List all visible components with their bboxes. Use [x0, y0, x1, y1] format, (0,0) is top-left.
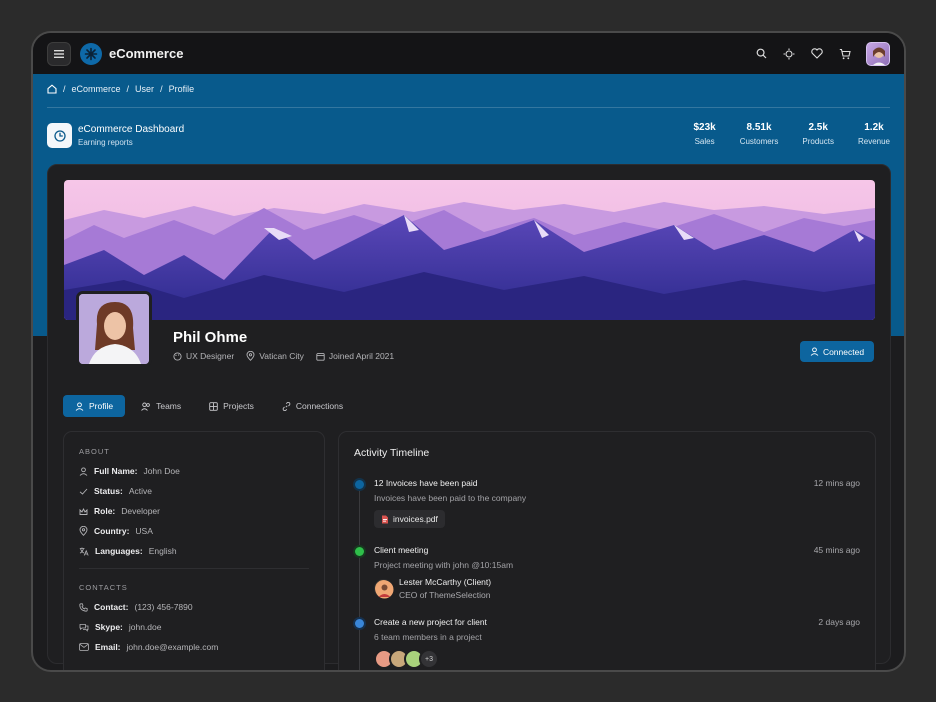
brand-logo-icon[interactable] [80, 42, 102, 65]
mail-icon [79, 643, 89, 651]
meeting-person[interactable]: Lester McCarthy (Client) CEO of ThemeSel… [374, 577, 491, 600]
users-icon [141, 402, 150, 411]
timeline-item: Client meeting 45 mins ago Project meeti… [355, 545, 860, 605]
tab-teams[interactable]: Teams [129, 395, 193, 417]
invoice-file-chip[interactable]: invoices.pdf [374, 510, 445, 528]
palette-icon [173, 351, 182, 361]
user-check-icon [810, 347, 819, 356]
check-icon [79, 488, 88, 495]
user-avatar[interactable] [866, 41, 890, 66]
about-panel: ABOUT Full Name: John Doe Status: Active R… [63, 431, 325, 670]
breadcrumb-user[interactable]: User [135, 84, 154, 94]
stat-customers: 8.51k Customers [739, 122, 779, 146]
profile-joined: Joined April 2021 [328, 351, 395, 361]
search-icon[interactable] [754, 47, 768, 61]
contacts-heading: CONTACTS [79, 583, 128, 592]
link-icon [282, 401, 291, 411]
hamburger-icon [54, 49, 64, 58]
home-icon[interactable] [47, 84, 57, 94]
contact-phone: Contact: (123) 456-7890 [79, 602, 309, 612]
flag-icon [79, 526, 88, 536]
profile-name: Phil Ohme [173, 329, 248, 346]
user-icon [79, 466, 88, 476]
timeline-dot [355, 619, 364, 628]
dashboard-icon [47, 123, 72, 148]
app-window: eCommerce / eCommerce / User / Profile e… [31, 31, 906, 672]
avatar [374, 579, 394, 599]
cart-icon[interactable] [838, 47, 852, 61]
profile-tabs: Profile Teams Projects Connections [63, 395, 355, 417]
stat-revenue: 1.2k Revenue [857, 122, 890, 146]
breadcrumb-ecommerce[interactable]: eCommerce [72, 84, 121, 94]
profile-banner-image [64, 180, 875, 320]
activity-timeline-panel: Activity Timeline 12 Invoices have been … [338, 431, 876, 670]
crown-icon [79, 507, 88, 515]
language-icon [79, 547, 89, 556]
stat-products: 2.5k Products [802, 122, 834, 146]
about-status: Status: Active [79, 486, 309, 496]
stats-summary: $23k Sales 8.51k Customers 2.5k Products… [669, 122, 890, 146]
team-avatars[interactable]: +3 [374, 649, 439, 669]
about-heading: ABOUT [79, 447, 110, 456]
contact-skype: Skype: john.doe [79, 622, 309, 632]
about-role: Role: Developer [79, 506, 309, 516]
heart-icon[interactable] [810, 47, 824, 61]
about-country: Country: USA [79, 526, 309, 536]
chat-icon [79, 623, 89, 632]
about-divider [79, 568, 309, 569]
breadcrumb: / eCommerce / User / Profile [47, 84, 194, 94]
connected-button[interactable]: Connected [800, 341, 874, 362]
profile-photo [76, 291, 152, 367]
timeline-item: 12 Invoices have been paid 12 mins ago I… [355, 478, 860, 538]
theme-toggle-icon[interactable] [782, 47, 796, 61]
dashboard-subtitle: Earning reports [78, 138, 133, 147]
dashboard-title: eCommerce Dashboard [78, 124, 185, 135]
pdf-file-icon [382, 515, 388, 523]
menu-toggle-button[interactable] [47, 41, 71, 66]
timeline-dot [355, 480, 364, 489]
location-pin-icon [246, 351, 255, 361]
about-full-name: Full Name: John Doe [79, 466, 309, 476]
about-languages: Languages: English [79, 546, 309, 556]
tab-profile[interactable]: Profile [63, 395, 126, 417]
tab-projects[interactable]: Projects [197, 395, 266, 417]
timeline-title: Activity Timeline [354, 447, 430, 459]
header-divider [47, 107, 890, 108]
profile-meta: UX Designer Vatican City Joined April 20… [173, 351, 394, 361]
tab-connections[interactable]: Connections [270, 395, 355, 417]
profile-role: UX Designer [186, 351, 235, 361]
breadcrumb-profile: Profile [168, 84, 195, 94]
stat-sales: $23k Sales [693, 122, 716, 146]
grid-icon [209, 401, 218, 411]
phone-icon [79, 602, 88, 612]
timeline-item: Create a new project for client 2 days a… [355, 617, 860, 670]
contact-email: Email: john.doe@example.com [79, 642, 309, 652]
more-members-badge[interactable]: +3 [419, 649, 439, 669]
user-icon [75, 401, 84, 411]
calendar-icon [316, 352, 325, 361]
top-navbar: eCommerce [33, 33, 904, 74]
timeline-dot [355, 547, 364, 556]
brand-name[interactable]: eCommerce [109, 46, 183, 61]
profile-location: Vatican City [259, 351, 304, 361]
